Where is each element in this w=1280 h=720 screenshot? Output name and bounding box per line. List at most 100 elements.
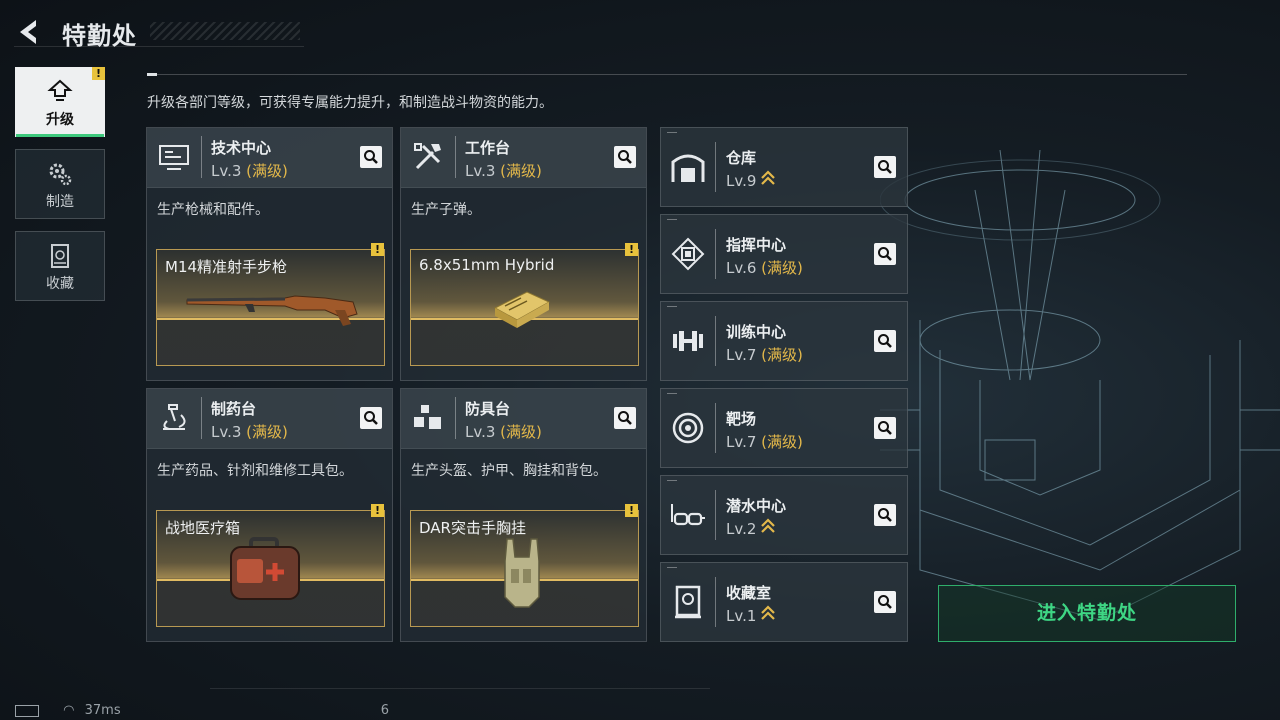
separator [715,229,716,279]
page-description: 升级各部门等级，可获得专属能力提升，和制造战斗物资的能力。 [147,95,553,111]
inspect-button[interactable] [874,156,896,178]
level-value: Lv.3 [465,162,496,180]
level-value: Lv.6 [726,259,757,277]
medkit-icon [230,537,300,600]
facility-row-collection-room[interactable]: 收藏室 Lv.1 [660,562,908,642]
sidebar-item-collection[interactable]: 收藏 [15,231,105,301]
inspect-button[interactable] [874,330,896,352]
warehouse-icon [671,154,705,182]
dept-level: Lv.3 (满级) [465,421,542,442]
search-icon [878,334,892,348]
dive-mask-icon [671,504,705,526]
level-value: Lv.3 [211,162,242,180]
sidebar-item-manufacture[interactable]: 制造 [15,149,105,219]
search-icon [878,508,892,522]
facility-level: Lv.1 [726,605,775,625]
item-name: DAR突击手胸挂 [419,519,526,537]
inspect-button[interactable] [360,146,382,168]
collection-icon [51,244,69,268]
facility-name: 指挥中心 [726,236,787,254]
separator [715,490,716,540]
facility-row-shooting-range[interactable]: 靶场 Lv.7 (满级) [660,388,908,468]
inspect-button[interactable] [614,146,636,168]
dept-name: 防具台 [465,400,511,418]
dept-name: 制药台 [211,400,257,418]
separator [715,403,716,453]
dept-name: 技术中心 [211,139,272,157]
divider-accent [147,73,157,76]
facility-row-dive-center[interactable]: 潜水中心 Lv.2 [660,475,908,555]
alert-badge: ! [625,504,638,517]
corner-mark [667,393,677,394]
dept-level: Lv.3 (满级) [465,160,542,181]
gears-icon [49,163,72,186]
ammo-box-icon [493,291,551,328]
dept-card-header: 技术中心 Lv.3 (满级) [147,128,392,188]
title-underline [14,46,304,47]
facility-level: Lv.7 (满级) [726,344,803,365]
alert-badge: ! [92,67,105,80]
dept-card-pharmacy[interactable]: 制药台 Lv.3 (满级) 生产药品、针剂和维修工具包。 战地医疗箱 ! [146,388,393,642]
facility-name: 训练中心 [726,323,787,341]
production-item-slot[interactable]: M14精准射手步枪 ! [156,243,385,366]
maxed-label: (满级) [500,162,542,180]
maxed-label: (满级) [761,259,803,277]
alert-badge: ! [371,504,384,517]
production-item-slot[interactable]: 战地医疗箱 ! [156,504,385,627]
dept-card-workbench[interactable]: 工作台 Lv.3 (满级) 生产子弹。 6.8x51mm Hybrid ! [400,127,647,381]
chest-rig-icon [504,538,540,608]
maxed-label: (满级) [761,346,803,364]
sidebar-item-upgrade[interactable]: 升级 ! [15,67,105,137]
production-item-slot[interactable]: 6.8x51mm Hybrid ! [410,243,639,366]
sidebar-item-label: 制造 [46,194,74,210]
facility-row-command-center[interactable]: 指挥中心 Lv.6 (满级) [660,214,908,294]
maxed-label: (满级) [761,433,803,451]
chip-icon [671,237,705,271]
enter-special-ops-button[interactable]: 进入特勤处 [938,585,1236,642]
separator [715,142,716,192]
item-name: M14精准射手步枪 [165,258,288,276]
base-schematic-background [880,150,1280,621]
maxed-label: (满级) [500,423,542,441]
status-count: 6 [380,703,390,718]
inspect-button[interactable] [874,243,896,265]
inspect-button[interactable] [874,417,896,439]
separator [455,136,456,178]
dept-card-header: 工作台 Lv.3 (满级) [401,128,646,188]
back-arrow-icon[interactable] [14,16,46,48]
facility-name: 收藏室 [726,584,772,602]
facility-row-training-center[interactable]: 训练中心 Lv.7 (满级) [660,301,908,381]
inspect-button[interactable] [874,504,896,526]
microscope-icon [163,404,186,430]
facility-level: Lv.9 [726,170,775,190]
level-value: Lv.7 [726,346,757,364]
facility-level: Lv.6 (满级) [726,257,803,278]
production-item-slot[interactable]: DAR突击手胸挂 ! [410,504,639,627]
level-value: Lv.3 [211,423,242,441]
inspect-button[interactable] [874,591,896,613]
facility-row-warehouse[interactable]: 仓库 Lv.9 [660,127,908,207]
corner-mark [667,132,677,133]
dept-card-tech-center[interactable]: 技术中心 Lv.3 (满级) 生产枪械和配件。 M14精准射手步枪 ! [146,127,393,381]
upgrade-chevron-icon [761,170,775,185]
dept-card-header: 制药台 Lv.3 (满级) [147,389,392,449]
search-icon [618,411,632,425]
armor-bench-icon [414,405,441,429]
alert-badge: ! [371,243,384,256]
dept-level: Lv.3 (满级) [211,421,288,442]
corner-mark [667,567,677,568]
dept-card-header: 防具台 Lv.3 (满级) [401,389,646,449]
wifi-icon: ◠ [63,703,75,718]
item-name: 战地医疗箱 [165,519,241,537]
level-value: Lv.2 [726,520,757,538]
dept-level: Lv.3 (满级) [211,160,288,181]
dept-card-armor-bench[interactable]: 防具台 Lv.3 (满级) 生产头盔、护甲、胸挂和背包。 DAR突击手胸挂 ! [400,388,647,642]
corner-mark [667,306,677,307]
maxed-label: (满级) [246,162,288,180]
inspect-button[interactable] [614,407,636,429]
facility-name: 仓库 [726,149,757,167]
item-name: 6.8x51mm Hybrid [419,256,555,274]
level-value: Lv.9 [726,172,757,190]
inspect-button[interactable] [360,407,382,429]
level-value: Lv.7 [726,433,757,451]
